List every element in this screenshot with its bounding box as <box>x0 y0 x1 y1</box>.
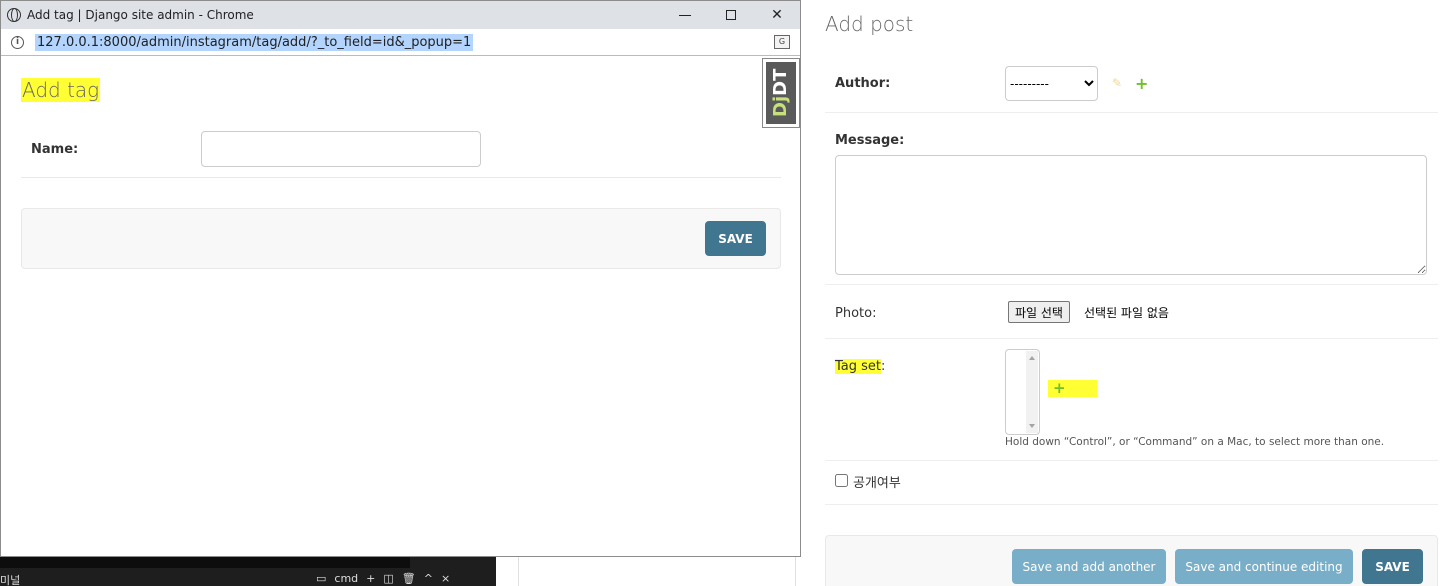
save-and-continue-button[interactable]: Save and continue editing <box>1175 549 1353 584</box>
file-status: 선택된 파일 없음 <box>1084 306 1169 320</box>
translate-icon[interactable]: G <box>774 35 790 49</box>
close-icon[interactable]: × <box>441 572 450 585</box>
split-icon[interactable]: ◫ <box>383 572 393 585</box>
terminal-top <box>0 556 410 568</box>
trash-icon[interactable]: 🗑 <box>402 572 416 585</box>
url-text[interactable]: 127.0.0.1:8000/admin/instagram/tag/add/?… <box>35 33 474 51</box>
terminal-panel: 미널 ▭ cmd + ◫ 🗑 ^ × <box>0 556 496 586</box>
terminal-label: 미널 <box>0 574 21 586</box>
add-author-plus-icon[interactable]: + <box>1135 74 1148 93</box>
divider <box>795 556 796 586</box>
minimize-button[interactable] <box>662 1 708 29</box>
add-post-page: Add post Author: --------- ✎ + Message: … <box>825 0 1450 586</box>
message-row: Message: <box>825 113 1438 285</box>
terminal-icon: ▭ <box>316 572 327 585</box>
tag-set-row: Tag set: + Hold down “Control”, or “Comm… <box>825 339 1438 461</box>
public-row: 공개여부 <box>825 461 1438 505</box>
window-title: Add tag | Django site admin - Chrome <box>27 8 254 22</box>
title-bar[interactable]: Add tag | Django site admin - Chrome ✕ <box>1 1 800 29</box>
photo-label: Photo: <box>835 306 877 321</box>
add-terminal-icon[interactable]: + <box>366 572 375 585</box>
globe-icon <box>7 8 21 22</box>
scrollbar[interactable] <box>1026 351 1038 433</box>
name-label: Name: <box>31 142 79 157</box>
terminal-cmd-label: cmd <box>334 572 359 585</box>
popup-submit-row: SAVE <box>21 208 781 269</box>
tag-set-colon: : <box>881 359 886 374</box>
scroll-up-icon[interactable] <box>1029 356 1035 360</box>
tag-set-label-text: Tag set <box>835 359 882 374</box>
djdt-dt: DT <box>770 68 791 97</box>
maximize-button[interactable] <box>708 1 754 29</box>
address-bar[interactable]: i 127.0.0.1:8000/admin/instagram/tag/add… <box>1 29 800 56</box>
window-controls: ✕ <box>662 1 800 29</box>
tag-set-help-text: Hold down “Control”, or “Command” on a M… <box>1005 436 1385 448</box>
chevron-up-icon[interactable]: ^ <box>424 572 433 585</box>
popup-save-button[interactable]: SAVE <box>705 221 766 256</box>
public-checkbox[interactable] <box>835 474 848 487</box>
scroll-down-icon[interactable] <box>1029 424 1035 428</box>
close-window-button[interactable]: ✕ <box>754 1 800 29</box>
name-input[interactable] <box>201 131 481 167</box>
divider <box>518 556 519 586</box>
tag-set-multiselect[interactable] <box>1005 349 1040 435</box>
photo-row: Photo: 파일 선택 선택된 파일 없음 <box>825 285 1438 339</box>
terminal-tab[interactable]: ▭ cmd + ◫ 🗑 ^ × <box>316 572 450 585</box>
author-label: Author: <box>835 76 891 91</box>
submit-row: Save and add another Save and continue e… <box>825 535 1438 586</box>
save-button[interactable]: SAVE <box>1362 549 1423 584</box>
author-select[interactable]: --------- <box>1005 66 1098 101</box>
add-tag-plus-icon[interactable]: + <box>1053 379 1066 397</box>
pencil-icon: ✎ <box>1112 76 1123 90</box>
djdt-dj: Dj <box>770 96 791 118</box>
popup-window: Add tag | Django site admin - Chrome ✕ i… <box>0 0 801 557</box>
tag-set-label: Tag set: <box>835 359 886 374</box>
popup-content: DjDT Add tag Name: SAVE <box>1 56 800 556</box>
close-icon: ✕ <box>771 7 783 23</box>
name-row: Name: <box>21 128 781 178</box>
message-label: Message: <box>835 133 905 148</box>
choose-file-button[interactable]: 파일 선택 <box>1008 301 1070 323</box>
page-title: Add post <box>825 12 914 36</box>
django-debug-toolbar-handle[interactable]: DjDT <box>762 58 800 128</box>
add-tag-link[interactable]: + <box>1048 379 1097 397</box>
minimize-icon <box>679 14 691 16</box>
author-row: Author: --------- ✎ + <box>825 58 1438 113</box>
public-label: 공개여부 <box>853 476 901 491</box>
message-textarea[interactable] <box>835 155 1427 275</box>
maximize-icon <box>726 10 736 20</box>
info-icon[interactable]: i <box>11 35 24 49</box>
popup-title: Add tag <box>21 78 101 102</box>
save-and-add-another-button[interactable]: Save and add another <box>1012 549 1166 584</box>
djdt-logo: DjDT <box>766 62 796 124</box>
